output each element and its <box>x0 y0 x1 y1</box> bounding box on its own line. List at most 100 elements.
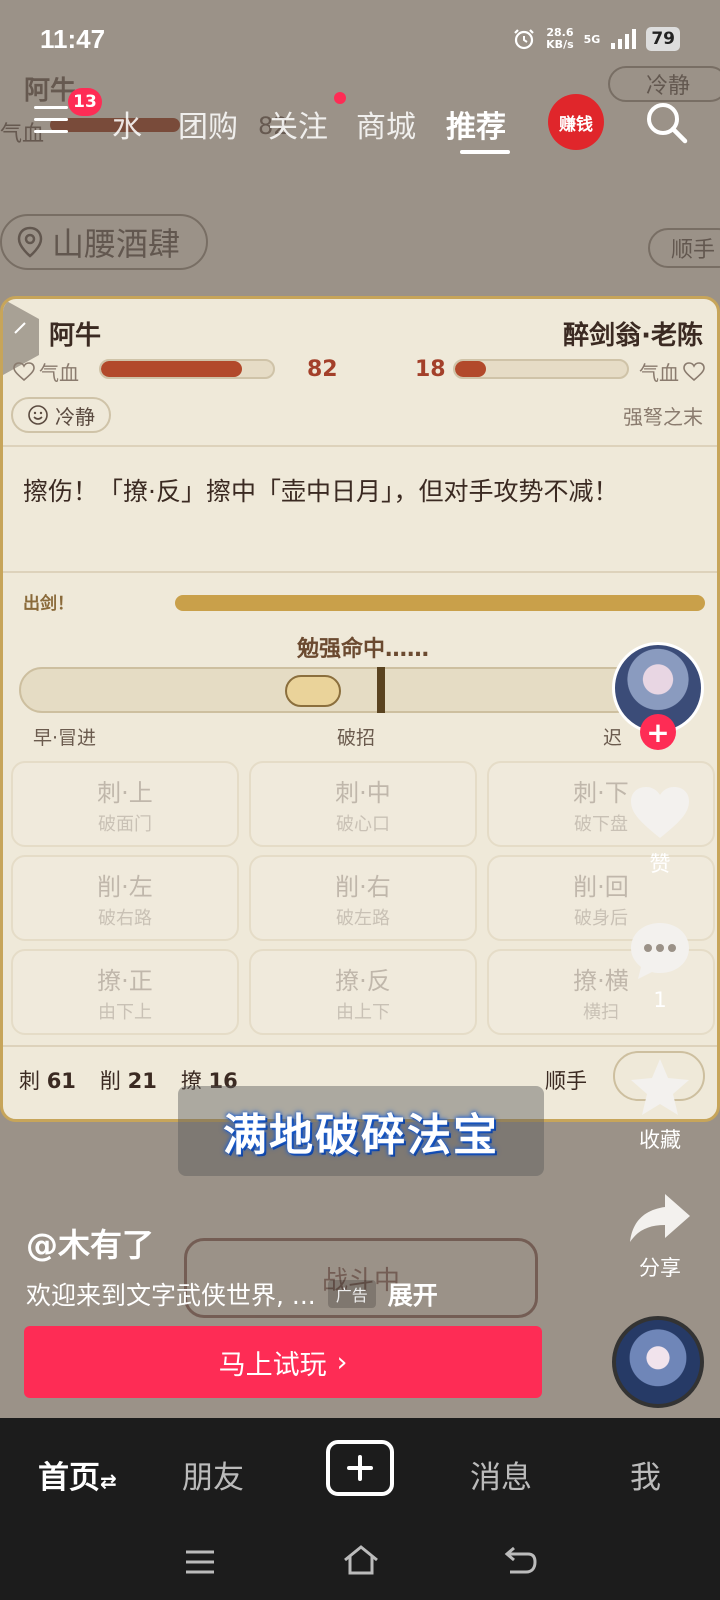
player-name: 阿牛 <box>49 321 102 351</box>
nav-friends[interactable]: 朋友 <box>182 1452 244 1497</box>
smooth-hand-label: 顺手 <box>545 1069 587 1093</box>
notification-badge: 13 <box>68 88 102 116</box>
search-icon[interactable] <box>644 100 688 144</box>
nav-messages[interactable]: 消息 <box>470 1452 532 1497</box>
strike-timer-bar <box>175 595 705 611</box>
battery-level: 79 <box>646 27 680 51</box>
player-mood: 冷静 <box>11 397 111 433</box>
tab-following[interactable]: 关注 <box>268 102 328 146</box>
comment-icon <box>631 923 689 979</box>
player-mood-text: 冷静 <box>55 404 95 429</box>
move-desc: 破右路 <box>98 907 152 929</box>
divider <box>3 1045 717 1047</box>
share-icon <box>630 1194 690 1242</box>
smile-icon <box>28 405 48 425</box>
strike-label: 出剑！ <box>23 594 74 614</box>
tab-mall[interactable]: 商城 <box>356 102 416 146</box>
active-tab-underline <box>460 150 510 154</box>
chevron-right-icon: › <box>336 1346 348 1378</box>
move-name: 削·左 <box>97 872 153 901</box>
enemy-hp-label: 气血 <box>639 357 705 386</box>
refresh-toggle-icon: ⇄ <box>100 1469 117 1493</box>
favorite-button[interactable]: 收藏 <box>620 1056 700 1154</box>
like-label: 赞 <box>649 852 671 876</box>
move-button[interactable]: 削·右破左路 <box>249 855 477 941</box>
system-nav-bar <box>0 1526 720 1600</box>
enemy-state: 强弩之末 <box>623 405 703 429</box>
stat-thrust: 刺 61 <box>19 1065 76 1095</box>
slider-label-late: 迟 <box>603 727 623 749</box>
stat-label: 削 <box>99 1069 121 1093</box>
move-desc: 破左路 <box>336 907 390 929</box>
move-name: 撩·反 <box>335 966 391 995</box>
bg-location-text: 山腰酒肆 <box>52 225 181 263</box>
share-label: 分享 <box>639 1256 681 1280</box>
enemy-name: 醉剑翁·老陈 <box>563 321 703 351</box>
music-disc[interactable] <box>612 1316 704 1408</box>
like-button[interactable]: 赞 <box>620 784 700 878</box>
enemy-hp-value: 18 <box>415 357 446 382</box>
move-desc: 由上下 <box>336 1001 390 1023</box>
nav-home-label: 首页 <box>38 1460 100 1496</box>
system-home-icon[interactable] <box>342 1544 380 1576</box>
star-icon <box>631 1059 689 1115</box>
ad-tag: 广告 <box>327 1280 376 1308</box>
heart-outline-icon <box>683 361 705 381</box>
nav-home[interactable]: 首页⇄ <box>38 1452 117 1497</box>
move-grid: 刺·上 破面门 刺·中 破心口 刺·下 破下盘 削·左 破右路 削·右 破左路 削·回 破身… <box>11 761 715 1035</box>
plus-icon <box>347 1455 373 1481</box>
hit-result-text: 勉强命中…… <box>296 637 429 662</box>
move-button[interactable]: 刺·上 破面门 <box>11 761 239 847</box>
system-back-icon[interactable] <box>504 1544 538 1576</box>
move-button[interactable]: 撩·正 由下上 <box>11 949 239 1035</box>
tab-local[interactable]: 水 <box>112 102 142 146</box>
move-button[interactable]: 撩·反由上下 <box>249 949 477 1035</box>
divider <box>3 445 717 447</box>
bottom-nav: 首页⇄ 朋友 消息 我 <box>0 1418 720 1526</box>
player-hp-label: 气血 <box>13 357 79 386</box>
enemy-hp-label-text: 气血 <box>639 361 679 385</box>
timing-slider-mark <box>377 667 385 713</box>
game-card[interactable]: 阿牛 醉剑翁·老陈 气血 82 18 气血 冷静 强弩之末 擦伤！「撩·反」擦中… <box>0 296 720 1122</box>
nav-me[interactable]: 我 <box>630 1452 661 1497</box>
move-desc: 由下上 <box>98 1001 152 1023</box>
try-now-button[interactable]: 马上试玩 › <box>24 1326 542 1398</box>
enemy-hp-bar <box>453 359 629 379</box>
bg-side-pill: 顺手 <box>648 228 720 268</box>
following-dot <box>334 92 346 104</box>
comment-button[interactable]: 1 <box>620 920 700 1012</box>
move-desc: 横扫 <box>583 1001 619 1023</box>
author-name[interactable]: @木有了 <box>26 1220 154 1266</box>
heart-icon <box>631 787 689 838</box>
system-menu-icon[interactable] <box>184 1548 216 1576</box>
status-icons: 28.6 KB/s 5G 79 <box>512 27 680 51</box>
tab-group-buy[interactable]: 团购 <box>178 102 238 146</box>
tab-recommend[interactable]: 推荐 <box>446 102 506 146</box>
slider-label-early: 早·冒进 <box>33 727 97 749</box>
stat-label: 刺 <box>19 1069 40 1093</box>
enemy-hp-fill <box>455 361 486 377</box>
timing-slider-thumb[interactable] <box>285 675 341 707</box>
status-time: 11:47 <box>40 23 106 54</box>
follow-button[interactable]: + <box>640 714 676 750</box>
player-hp-label-text: 气血 <box>39 361 79 385</box>
stat-slash: 削 21 <box>100 1065 157 1095</box>
try-now-label: 马上试玩 <box>218 1349 327 1381</box>
top-nav: 13 水 团购 关注 商城 推荐 赚钱 <box>0 88 720 158</box>
favorite-label: 收藏 <box>639 1128 681 1152</box>
move-name: 削·右 <box>335 872 391 901</box>
move-button[interactable]: 刺·中 破心口 <box>249 761 477 847</box>
network-type: 5G <box>583 32 601 46</box>
location-pin-icon <box>17 226 43 258</box>
move-button[interactable]: 削·左破右路 <box>11 855 239 941</box>
menu-icon[interactable] <box>34 106 68 134</box>
alarm-icon <box>514 29 534 50</box>
expand-link[interactable]: 展开 <box>388 1276 438 1312</box>
player-hp-bar <box>99 359 275 379</box>
description-text: 欢迎来到文字武侠世界, ... <box>26 1281 316 1310</box>
move-name: 刺·上 <box>97 778 153 807</box>
earn-coins-button[interactable]: 赚钱 <box>548 94 604 150</box>
comment-count: 1 <box>653 988 667 1012</box>
create-post-button[interactable] <box>326 1440 394 1496</box>
share-button[interactable]: 分享 <box>620 1190 700 1282</box>
